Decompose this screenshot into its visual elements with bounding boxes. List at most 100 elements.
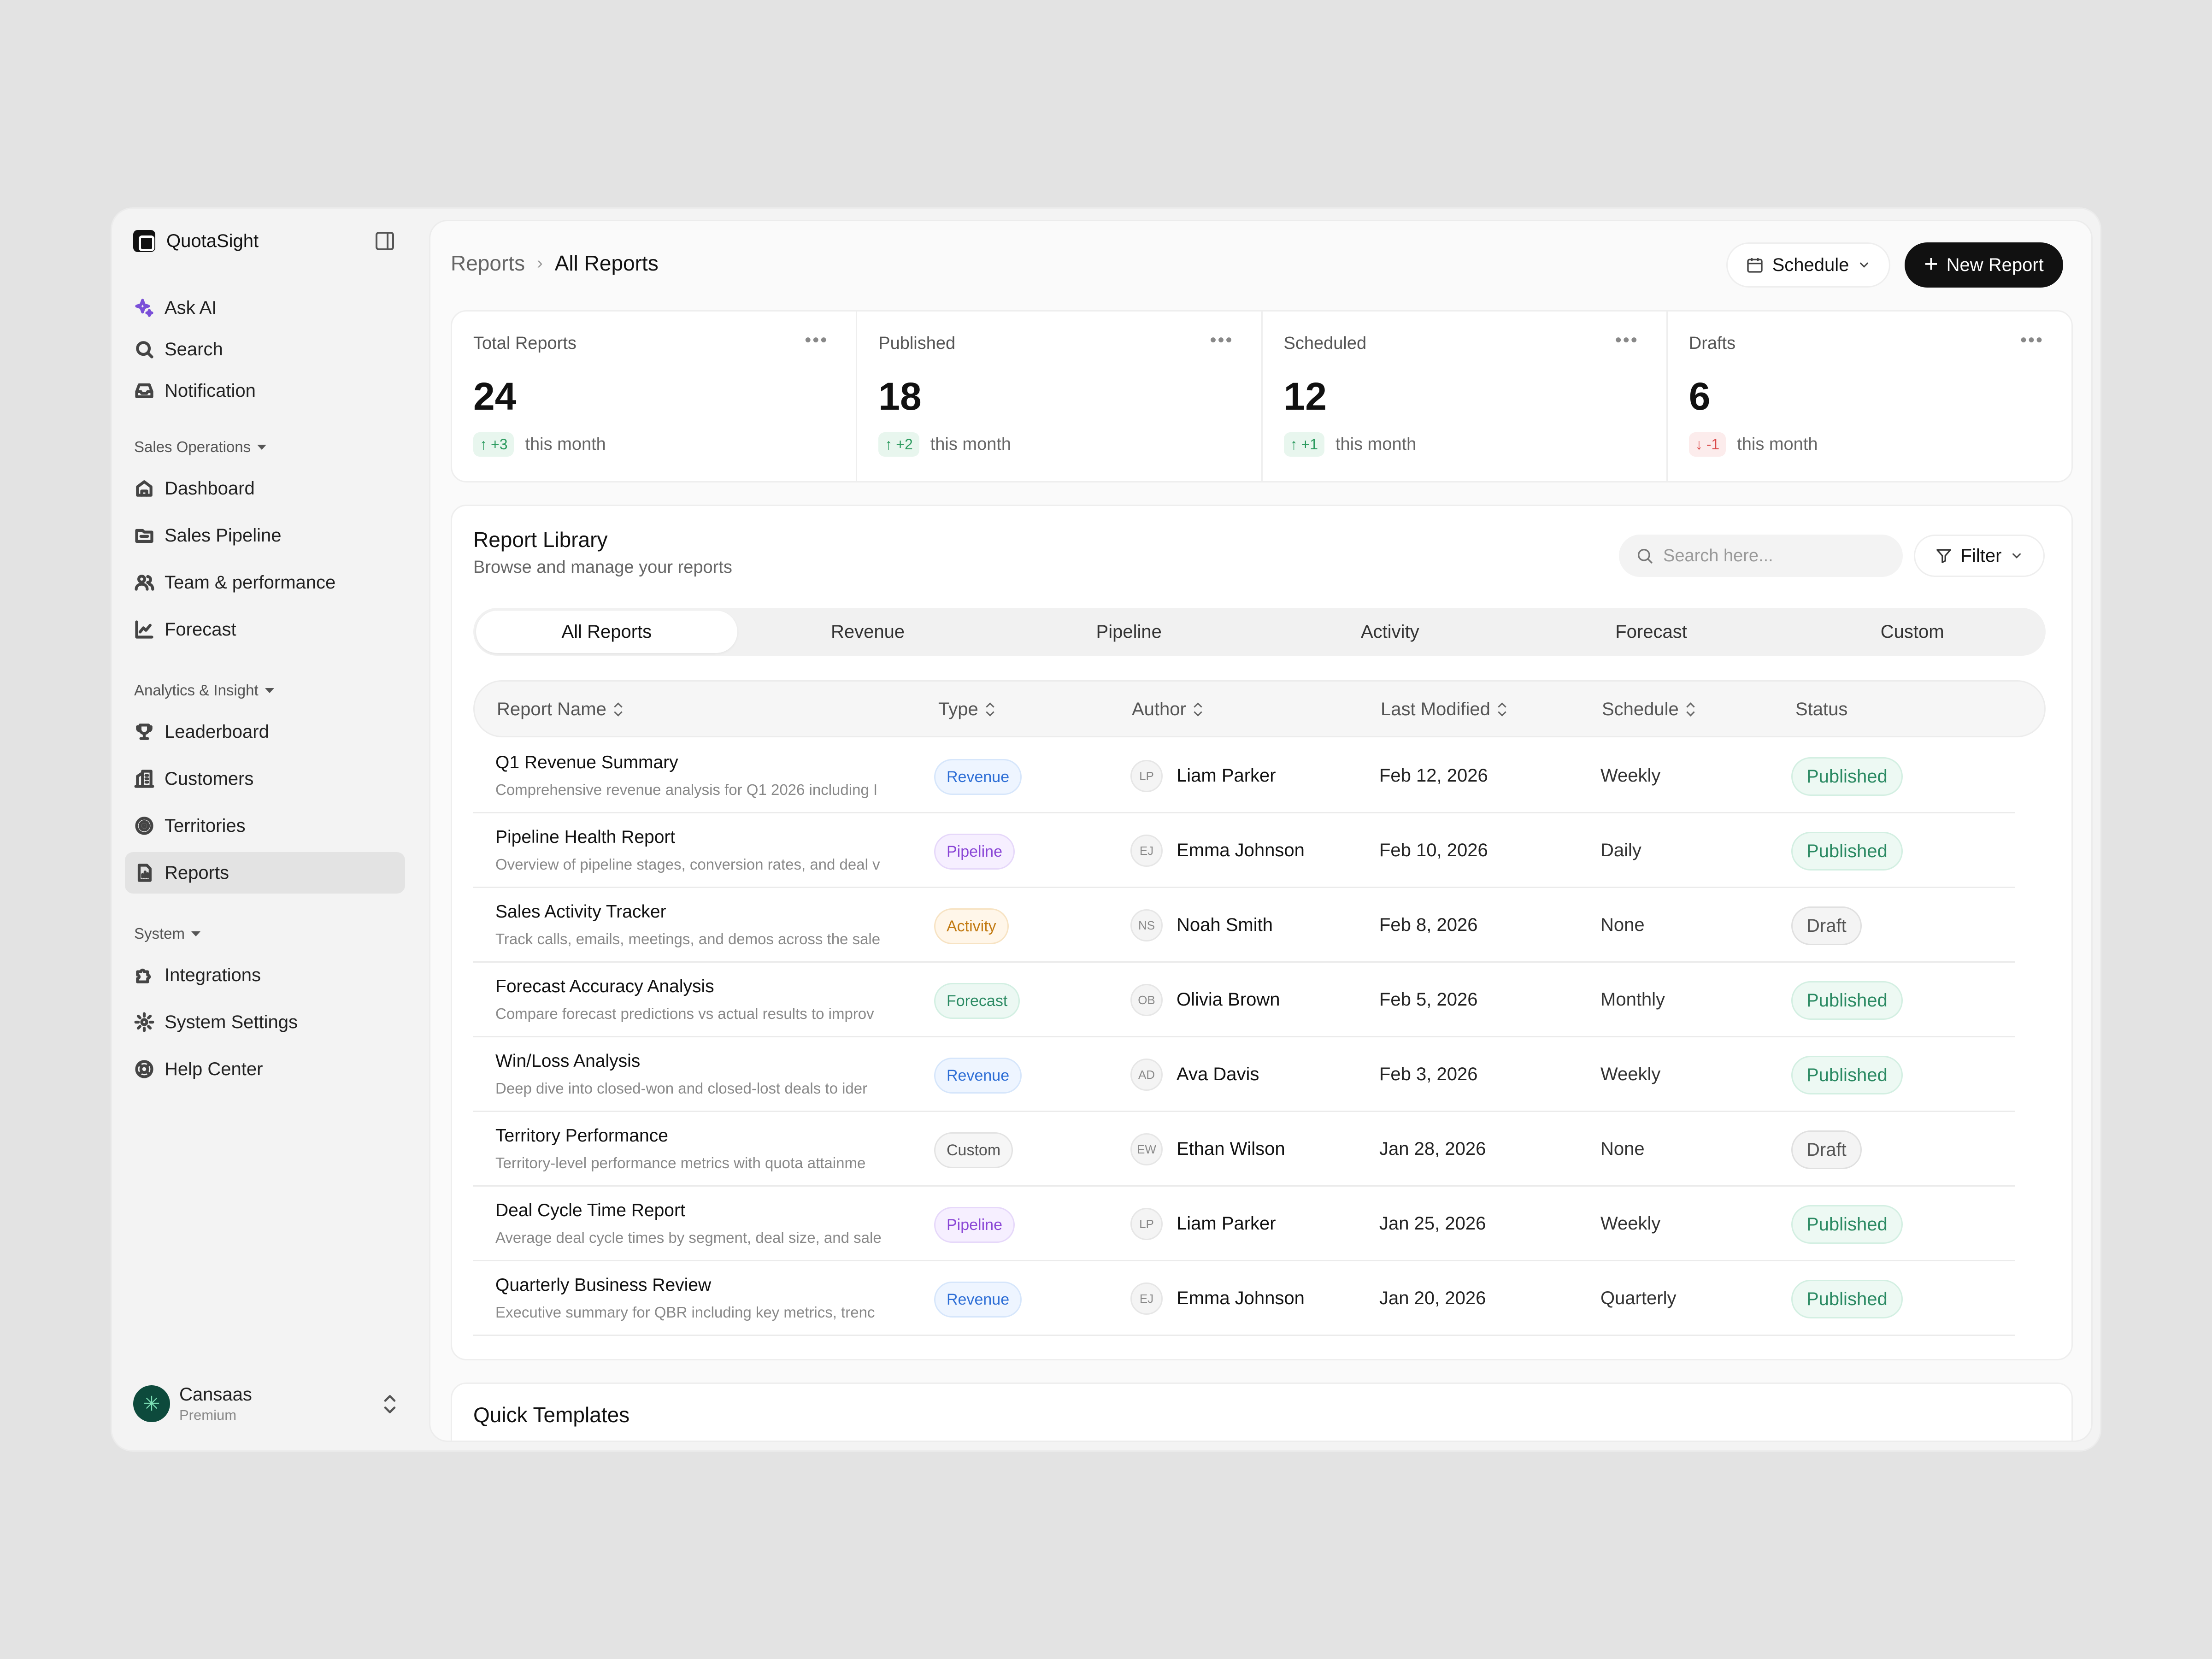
brand[interactable]: QuotaSight [133, 230, 259, 252]
table-row[interactable]: Quarterly Business Review Executive summa… [473, 1261, 2015, 1336]
sidebar-item-integrations[interactable]: Integrations [125, 954, 405, 996]
schedule-value: Weekly [1600, 1064, 1661, 1084]
author-avatar: LP [1130, 760, 1163, 792]
table-row[interactable]: Sales Activity Tracker Track calls, email… [473, 888, 2015, 963]
app-logo [133, 230, 155, 252]
tab-custom[interactable]: Custom [1782, 611, 2043, 653]
account-switcher[interactable]: ✳ Cansaas Premium [133, 1382, 405, 1426]
caret-down-icon [191, 931, 201, 936]
tab-all-reports[interactable]: All Reports [476, 611, 737, 653]
type-badge: Custom [934, 1132, 1013, 1168]
table-row[interactable]: Q1 Revenue Summary Comprehensive revenue … [473, 739, 2015, 813]
tab-forecast[interactable]: Forecast [1521, 611, 1782, 653]
stat-delta: ↓ -1 this month [1688, 432, 1818, 457]
sidebar-item-reports[interactable]: Reports [125, 852, 405, 894]
stat-label: Scheduled [1283, 334, 1367, 353]
sidebar-item-label: Integrations [165, 965, 261, 985]
column-header-schedule[interactable]: Schedule [1602, 699, 1694, 720]
schedule-value: Quarterly [1600, 1288, 1677, 1308]
stat-card-drafts: Drafts ••• 6 ↓ -1 this month [1668, 312, 2071, 481]
section-system[interactable]: System [134, 925, 201, 942]
type-badge: Pipeline [934, 1207, 1015, 1243]
report-name[interactable]: Pipeline Health Report [495, 827, 675, 847]
column-header-author[interactable]: Author [1132, 699, 1202, 720]
section-sales-operations[interactable]: Sales Operations [134, 438, 267, 456]
more-options-icon[interactable]: ••• [2020, 331, 2044, 349]
last-modified: Jan 28, 2026 [1379, 1139, 1486, 1159]
table-row[interactable]: Deal Cycle Time Report Average deal cycle… [473, 1187, 2015, 1261]
sidebar-item-ask-ai[interactable]: Ask AI [125, 287, 405, 329]
more-options-icon[interactable]: ••• [1210, 331, 1233, 349]
sidebar-item-sales-pipeline[interactable]: Sales Pipeline [125, 515, 405, 556]
column-header-last-modified[interactable]: Last Modified [1381, 699, 1506, 720]
report-name[interactable]: Sales Activity Tracker [495, 902, 666, 922]
sidebar-item-dashboard[interactable]: Dashboard [125, 468, 405, 509]
column-header-report-name[interactable]: Report Name [497, 699, 622, 720]
table-row[interactable]: Pipeline Health Report Overview of pipeli… [473, 813, 2015, 888]
trophy-icon [134, 722, 154, 742]
column-header-type[interactable]: Type [938, 699, 994, 720]
report-name[interactable]: Win/Loss Analysis [495, 1051, 640, 1071]
sidebar-item-search[interactable]: Search [125, 329, 405, 370]
sidebar-item-customers[interactable]: Customers [125, 758, 405, 800]
column-header-status: Status [1795, 699, 1847, 720]
table-row[interactable]: Territory Performance Territory-level per… [473, 1112, 2015, 1187]
report-name[interactable]: Territory Performance [495, 1126, 668, 1146]
delta-badge: ↓ -1 [1688, 432, 1726, 457]
report-name[interactable]: Q1 Revenue Summary [495, 753, 678, 773]
report-description: Track calls, emails, meetings, and demos… [495, 930, 881, 947]
report-description: Average deal cycle times by segment, dea… [495, 1229, 882, 1246]
tab-pipeline[interactable]: Pipeline [998, 611, 1259, 653]
sidebar-item-team-performance[interactable]: Team & performance [125, 562, 405, 603]
library-title: Report Library [473, 528, 608, 552]
stat-value: 12 [1283, 375, 1327, 418]
stat-card-published: Published ••• 18 ↑ +2 this month [857, 312, 1263, 481]
sidebar-item-notification[interactable]: Notification [125, 370, 405, 412]
search-input[interactable]: Search here... [1619, 535, 1903, 577]
report-icon [134, 863, 154, 883]
sidebar: QuotaSight Ask AI Search Notification Sa… [112, 209, 424, 1450]
author-name: Ethan Wilson [1177, 1139, 1285, 1159]
delta-badge: ↑ +2 [878, 432, 919, 457]
sidebar-item-territories[interactable]: Territories [125, 805, 405, 847]
filter-button[interactable]: Filter [1914, 535, 2045, 577]
report-description: Deep dive into closed-won and closed-los… [495, 1080, 868, 1097]
report-name[interactable]: Deal Cycle Time Report [495, 1200, 685, 1221]
report-name[interactable]: Quarterly Business Review [495, 1275, 711, 1295]
status-badge: Published [1791, 832, 1903, 871]
tab-revenue[interactable]: Revenue [737, 611, 999, 653]
users-icon [134, 572, 154, 593]
tab-activity[interactable]: Activity [1259, 611, 1521, 653]
report-description: Compare forecast predictions vs actual r… [495, 1005, 874, 1022]
sidebar-collapse-icon[interactable] [376, 232, 394, 250]
sidebar-item-leaderboard[interactable]: Leaderboard [125, 711, 405, 753]
table-row[interactable]: Forecast Accuracy Analysis Compare foreca… [473, 963, 2015, 1037]
column-label: Schedule [1602, 699, 1679, 719]
delta-value: -1 [1706, 436, 1720, 453]
type-badge: Forecast [934, 983, 1020, 1019]
breadcrumb-reports[interactable]: Reports [451, 251, 525, 276]
type-badge: Activity [934, 908, 1009, 944]
report-name[interactable]: Forecast Accuracy Analysis [495, 977, 714, 997]
sidebar-item-forecast[interactable]: Forecast [125, 609, 405, 650]
table-row[interactable]: Win/Loss Analysis Deep dive into closed-w… [473, 1037, 2015, 1112]
target-icon [134, 816, 154, 836]
schedule-value: Monthly [1600, 989, 1665, 1010]
sidebar-item-label: Search [165, 339, 223, 359]
report-library: Report Library Browse and manage your re… [451, 505, 2073, 1360]
author-name: Ava Davis [1177, 1064, 1259, 1084]
sidebar-item-help-center[interactable]: Help Center [125, 1048, 405, 1090]
sidebar-item-system-settings[interactable]: System Settings [125, 1001, 405, 1043]
schedule-button[interactable]: Schedule [1726, 242, 1890, 288]
sparkle-icon [134, 298, 154, 318]
new-report-button[interactable]: + New Report [1905, 242, 2063, 288]
section-analytics-insight[interactable]: Analytics & Insight [134, 682, 274, 699]
delta-value: +3 [491, 436, 508, 453]
sidebar-item-label: Customers [165, 768, 254, 789]
last-modified: Feb 3, 2026 [1379, 1064, 1478, 1084]
author-name: Olivia Brown [1177, 989, 1280, 1010]
arrow-up-icon: ↑ [1290, 436, 1298, 453]
more-options-icon[interactable]: ••• [1615, 331, 1639, 349]
type-badge: Revenue [934, 1282, 1022, 1318]
more-options-icon[interactable]: ••• [805, 331, 828, 349]
